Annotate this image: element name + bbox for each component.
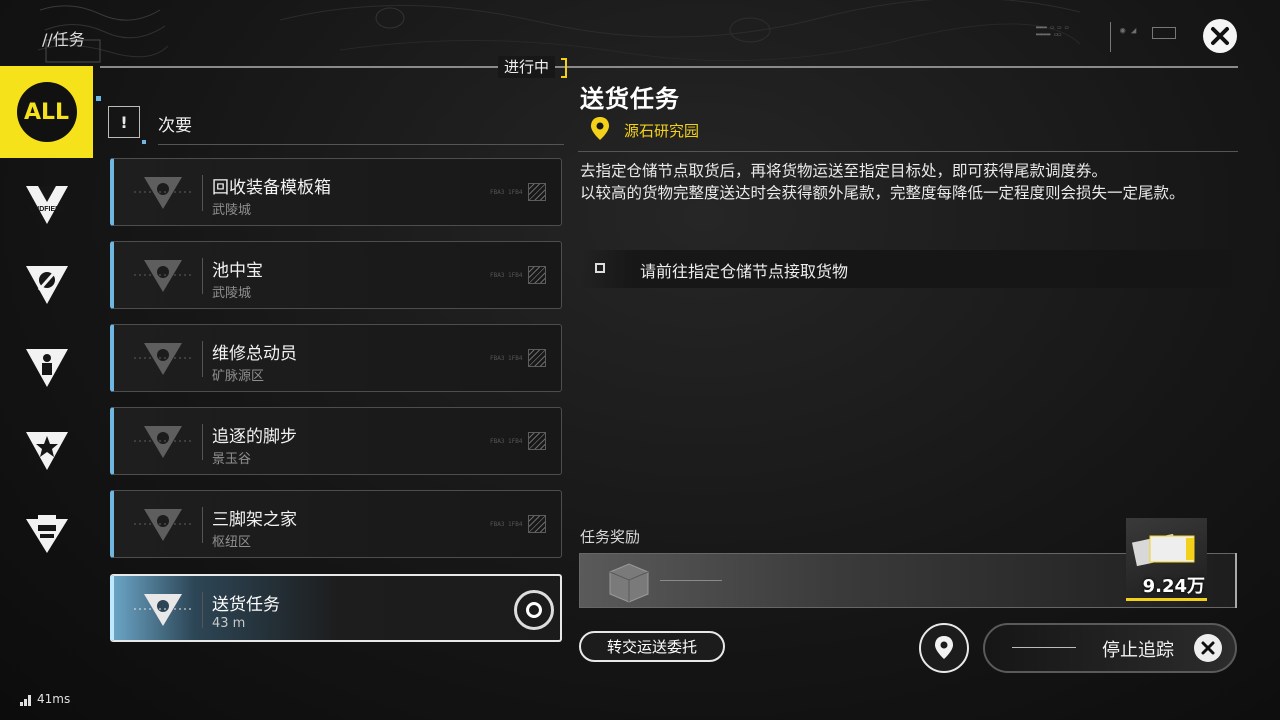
- category-all-button[interactable]: ALL: [0, 66, 93, 158]
- quest-card-subtitle: 43 m: [212, 616, 246, 631]
- contour-decoration: [280, 0, 1080, 62]
- close-button[interactable]: [1203, 19, 1237, 53]
- quest-card-subtitle: 武陵城: [212, 286, 252, 301]
- transfer-delivery-button[interactable]: 转交运送委托: [579, 631, 725, 662]
- card-code-decoration: FBA3 1FB4: [490, 272, 523, 279]
- ping-value: 41ms: [37, 692, 71, 706]
- quest-location: 源石研究园: [624, 122, 700, 140]
- objective-checkbox-icon: [595, 263, 605, 273]
- endfield-category-icon: ENDFIELD: [25, 186, 68, 224]
- quest-emblem-icon: [134, 260, 192, 292]
- quest-card-subtitle: 武陵城: [212, 203, 252, 218]
- quest-card-title: 维修总动员: [212, 344, 297, 364]
- quest-card[interactable]: 回收装备模板箱武陵城 FBA3 1FB4: [110, 158, 562, 226]
- quest-card[interactable]: 池中宝武陵城 FBA3 1FB4: [110, 241, 562, 309]
- rail-marker: [96, 96, 101, 101]
- quest-card-subtitle: 矿脉源区: [212, 369, 265, 384]
- quest-emblem-icon: [134, 594, 192, 626]
- quest-card[interactable]: 追逐的脚步景玉谷 FBA3 1FB4: [110, 407, 562, 475]
- card-code-decoration: FBA3 1FB4: [490, 189, 523, 196]
- status-tag: 进行中: [498, 56, 556, 78]
- hatch-icon: [528, 515, 546, 533]
- reward-bar-end: [1235, 553, 1237, 608]
- card-separator: [202, 341, 203, 377]
- description-line: 以较高的货物完整度送达时会获得额外尾款，完整度每降低一定程度则会损失一定尾款。: [580, 184, 1185, 202]
- detail-divider: [578, 151, 1238, 152]
- reward-amount: 9.24万: [1142, 576, 1205, 597]
- slash-category-icon: [25, 266, 68, 304]
- stop-tracking-label: 停止追踪: [1102, 640, 1174, 661]
- secondary-quest-icon: !: [108, 106, 140, 138]
- quest-card-subtitle: 枢纽区: [212, 535, 252, 550]
- category-slash-button[interactable]: [0, 250, 93, 320]
- quest-card-title: 送货任务: [212, 595, 280, 615]
- hatch-icon: [528, 183, 546, 201]
- quest-emblem-icon: [134, 509, 192, 541]
- reward-label: 任务奖励: [580, 528, 641, 546]
- card-separator: [202, 175, 203, 211]
- map-locate-button[interactable]: [919, 623, 969, 673]
- category-star-button[interactable]: [0, 416, 93, 486]
- header-box-decoration: [1152, 27, 1176, 39]
- breadcrumb: //任务: [42, 30, 85, 49]
- close-icon: [1211, 27, 1229, 45]
- card-code-decoration: FBA3 1FB4: [490, 521, 523, 528]
- header-dot-decoration: ◉ ◢: [1120, 26, 1137, 36]
- card-separator: [202, 424, 203, 460]
- quest-card-title: 三脚架之家: [212, 510, 297, 530]
- header-divider: [100, 66, 1238, 68]
- quest-title: 送货任务: [580, 85, 680, 113]
- card-separator: [202, 507, 203, 543]
- network-ping: 41ms: [20, 692, 70, 706]
- location-pin-icon: [591, 117, 609, 140]
- star-category-icon: [25, 432, 68, 470]
- endfield-icon-label: ENDFIELD: [29, 206, 64, 213]
- list-section-label: 次要: [158, 116, 192, 136]
- quest-emblem-icon: [134, 343, 192, 375]
- hatch-icon: [528, 432, 546, 450]
- signal-icon: [20, 695, 31, 706]
- tracking-target-icon[interactable]: [514, 590, 554, 630]
- close-circle-icon: [1194, 634, 1222, 662]
- card-code-decoration: FBA3 1FB4: [490, 438, 523, 445]
- quest-card[interactable]: 维修总动员矿脉源区 FBA3 1FB4: [110, 324, 562, 392]
- rail-marker: [142, 140, 146, 144]
- header-code-decoration: ▬▬▬ ▭ ▭ ▭ ▬▬▬▬ ▭▭: [1036, 24, 1069, 38]
- quest-card-title: 池中宝: [212, 261, 263, 281]
- card-code-decoration: FBA3 1FB4: [490, 355, 523, 362]
- status-tag-bracket: [561, 58, 567, 78]
- list-section-divider: [158, 144, 564, 145]
- map-pin-icon: [935, 636, 953, 659]
- quest-card-title: 追逐的脚步: [212, 427, 297, 447]
- hatch-icon: [528, 266, 546, 284]
- crate-icon: [609, 563, 649, 603]
- reward-arrow: [660, 580, 722, 581]
- all-filter-icon: ALL: [16, 82, 77, 142]
- header-divider-vertical: [1110, 22, 1111, 52]
- description-line: 去指定仓储节点取货后，再将货物运送至指定目标处，即可获得尾款调度券。: [580, 162, 1108, 180]
- category-box-button[interactable]: [0, 499, 93, 569]
- category-person-button[interactable]: [0, 333, 93, 403]
- hatch-icon: [528, 349, 546, 367]
- stop-tracking-line: [1012, 647, 1076, 648]
- quest-emblem-icon: [134, 426, 192, 458]
- box-category-icon: [25, 515, 68, 553]
- category-endfield-button[interactable]: ENDFIELD: [0, 170, 93, 240]
- quest-card-subtitle: 景玉谷: [212, 452, 252, 467]
- card-separator: [202, 258, 203, 294]
- card-separator: [202, 592, 203, 628]
- person-category-icon: [25, 349, 68, 387]
- quest-emblem-icon: [134, 177, 192, 209]
- voucher-icon: [1131, 533, 1195, 567]
- quest-card[interactable]: 三脚架之家枢纽区 FBA3 1FB4: [110, 490, 562, 558]
- quest-card-tracked[interactable]: 送货任务 43 m: [110, 574, 562, 642]
- quest-description: 去指定仓储节点取货后，再将货物运送至指定目标处，即可获得尾款调度券。 以较高的货…: [580, 160, 1240, 204]
- quest-card-title: 回收装备模板箱: [212, 178, 331, 198]
- objective-text: 请前往指定仓储节点接取货物: [640, 262, 849, 281]
